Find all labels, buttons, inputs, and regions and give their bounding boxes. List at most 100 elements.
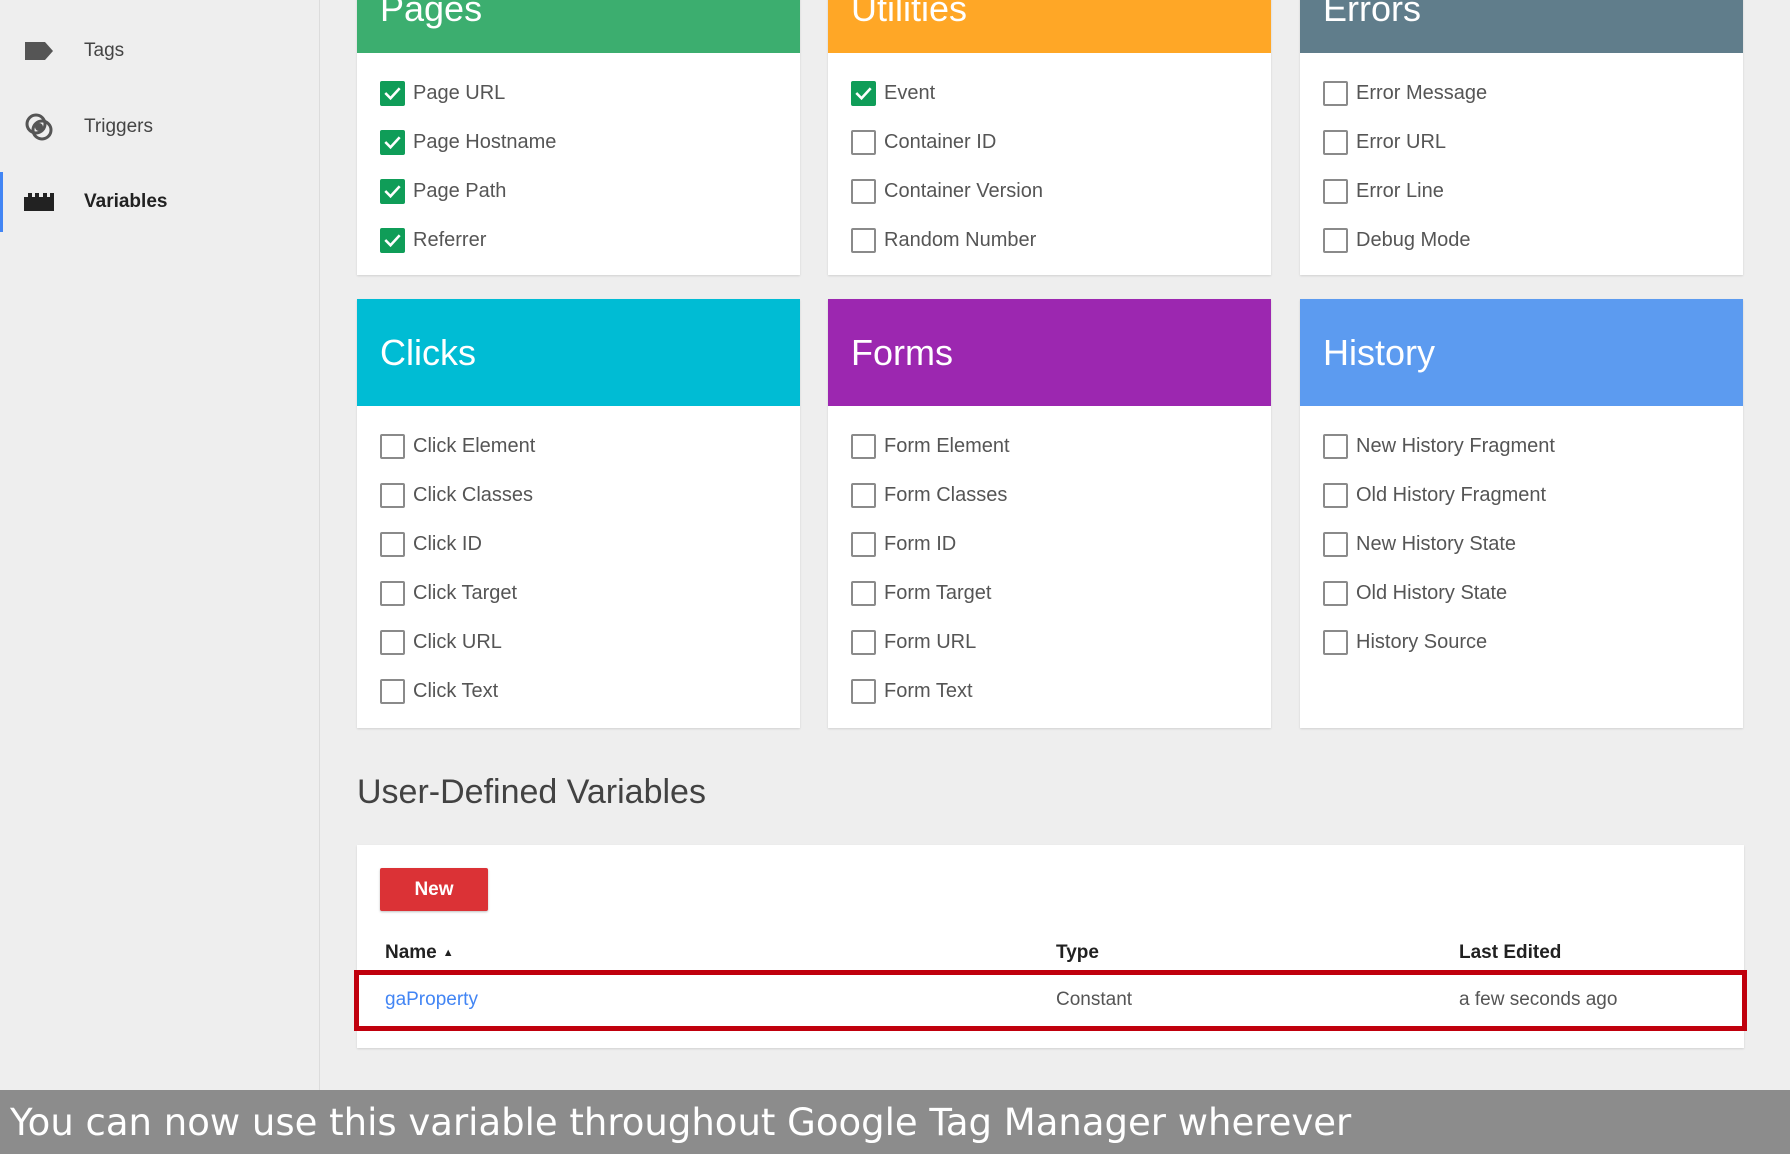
name-column-header[interactable]: Name ▲ <box>385 942 454 964</box>
checkbox-label: Page Hostname <box>413 130 557 153</box>
click-id-option[interactable]: Click ID <box>380 529 482 559</box>
checkbox-unchecked[interactable] <box>851 580 876 606</box>
checkbox-label: Container Version <box>884 179 1043 202</box>
checkbox-unchecked[interactable] <box>380 580 405 606</box>
checkbox-unchecked[interactable] <box>851 178 876 204</box>
card-title: Utilities <box>851 0 968 29</box>
page-url-option[interactable]: Page URL <box>380 78 505 108</box>
history-source-option[interactable]: History Source <box>1323 627 1487 657</box>
checkbox-unchecked[interactable] <box>1323 531 1348 557</box>
checkbox-unchecked[interactable] <box>1323 580 1348 606</box>
card-title: Pages <box>380 0 483 29</box>
checkbox-unchecked[interactable] <box>1323 129 1348 155</box>
page-path-option[interactable]: Page Path <box>380 176 506 206</box>
new-history-fragment-option[interactable]: New History Fragment <box>1323 431 1555 461</box>
checkbox-label: Click URL <box>413 630 502 653</box>
form-url-option[interactable]: Form URL <box>851 627 976 657</box>
sidebar-item-tags[interactable]: Tags <box>0 21 320 81</box>
sidebar-item-variables[interactable]: Variables <box>0 172 320 232</box>
random-number-option[interactable]: Random Number <box>851 225 1036 255</box>
click-classes-option[interactable]: Click Classes <box>380 480 533 510</box>
checkbox-unchecked[interactable] <box>1323 80 1348 106</box>
caption-text: You can now use this variable throughout… <box>10 1100 1352 1144</box>
error-message-option[interactable]: Error Message <box>1323 78 1487 108</box>
checkbox-label: Event <box>884 81 936 104</box>
old-history-state-option[interactable]: Old History State <box>1323 578 1507 608</box>
checkbox-unchecked[interactable] <box>380 629 405 655</box>
click-element-option[interactable]: Click Element <box>380 431 535 461</box>
checkbox-unchecked[interactable] <box>380 433 405 459</box>
trigger-icon <box>24 112 54 142</box>
card-header: Errors <box>1300 0 1743 53</box>
form-target-option[interactable]: Form Target <box>851 578 991 608</box>
card-title: History <box>1323 331 1436 373</box>
card-header: Pages <box>357 0 800 53</box>
checkbox-unchecked[interactable] <box>851 433 876 459</box>
referrer-option[interactable]: Referrer <box>380 225 486 255</box>
checkbox-label: Container ID <box>884 130 997 153</box>
checkbox-unchecked[interactable] <box>1323 433 1348 459</box>
checkbox-checked[interactable] <box>380 178 405 204</box>
checkbox-label: Form Target <box>884 581 992 604</box>
event-option[interactable]: Event <box>851 78 935 108</box>
checkbox-unchecked[interactable] <box>851 129 876 155</box>
old-history-fragment-option[interactable]: Old History Fragment <box>1323 480 1546 510</box>
last-edited-column-header[interactable]: Last Edited <box>1459 942 1561 964</box>
checkbox-unchecked[interactable] <box>1323 178 1348 204</box>
checkbox-label: Form Element <box>884 434 1010 457</box>
checkbox-unchecked[interactable] <box>851 629 876 655</box>
form-classes-option[interactable]: Form Classes <box>851 480 1007 510</box>
variables-icon <box>24 187 54 217</box>
checkbox-unchecked[interactable] <box>1323 227 1348 253</box>
forms-card: Forms Form Element Form Classes Form ID For… <box>828 299 1271 728</box>
checkbox-label: Random Number <box>884 228 1037 251</box>
check-icon <box>384 135 401 149</box>
check-icon <box>384 233 401 247</box>
sidebar-item-label: Triggers <box>84 116 153 137</box>
checkbox-unchecked[interactable] <box>851 482 876 508</box>
form-element-option[interactable]: Form Element <box>851 431 1010 461</box>
click-target-option[interactable]: Click Target <box>380 578 517 608</box>
checkbox-unchecked[interactable] <box>851 227 876 253</box>
type-column-header[interactable]: Type <box>1056 942 1099 964</box>
checkbox-label: Old History Fragment <box>1356 483 1547 506</box>
checkbox-unchecked[interactable] <box>851 531 876 557</box>
check-icon <box>855 86 872 100</box>
utilities-card: Utilities Event Container ID Container Ver… <box>828 0 1271 275</box>
column-header-label: Name <box>385 942 437 963</box>
container-id-option[interactable]: Container ID <box>851 127 996 157</box>
checkbox-label: Click Text <box>413 679 499 702</box>
new-variable-button[interactable]: New <box>380 868 488 911</box>
debug-mode-option[interactable]: Debug Mode <box>1323 225 1471 255</box>
checkbox-unchecked[interactable] <box>380 678 405 704</box>
new-history-state-option[interactable]: New History State <box>1323 529 1516 559</box>
checkbox-unchecked[interactable] <box>1323 482 1348 508</box>
checkbox-label: Error URL <box>1356 130 1447 153</box>
checkbox-unchecked[interactable] <box>380 531 405 557</box>
checkbox-checked[interactable] <box>380 227 405 253</box>
page-hostname-option[interactable]: Page Hostname <box>380 127 556 157</box>
sidebar-item-triggers[interactable]: Triggers <box>0 97 320 157</box>
checkbox-label: Form ID <box>884 532 957 555</box>
checkbox-label: Click Target <box>413 581 518 604</box>
checkbox-checked[interactable] <box>851 80 876 106</box>
error-line-option[interactable]: Error Line <box>1323 176 1444 206</box>
form-id-option[interactable]: Form ID <box>851 529 956 559</box>
tag-icon <box>24 36 54 66</box>
checkbox-label: Page Path <box>413 179 507 202</box>
user-defined-variables-heading: User-Defined Variables <box>357 773 706 811</box>
card-header: History <box>1300 299 1743 406</box>
checkbox-unchecked[interactable] <box>380 482 405 508</box>
card-title: Clicks <box>380 331 476 373</box>
click-url-option[interactable]: Click URL <box>380 627 502 657</box>
container-version-option[interactable]: Container Version <box>851 176 1043 206</box>
checkbox-unchecked[interactable] <box>851 678 876 704</box>
click-text-option[interactable]: Click Text <box>380 676 498 706</box>
checkbox-label: Form Classes <box>884 483 1008 506</box>
checkbox-unchecked[interactable] <box>1323 629 1348 655</box>
error-url-option[interactable]: Error URL <box>1323 127 1446 157</box>
errors-card: Errors Error Message Error URL Error Line D… <box>1300 0 1743 275</box>
checkbox-checked[interactable] <box>380 129 405 155</box>
checkbox-checked[interactable] <box>380 80 405 106</box>
form-text-option[interactable]: Form Text <box>851 676 973 706</box>
